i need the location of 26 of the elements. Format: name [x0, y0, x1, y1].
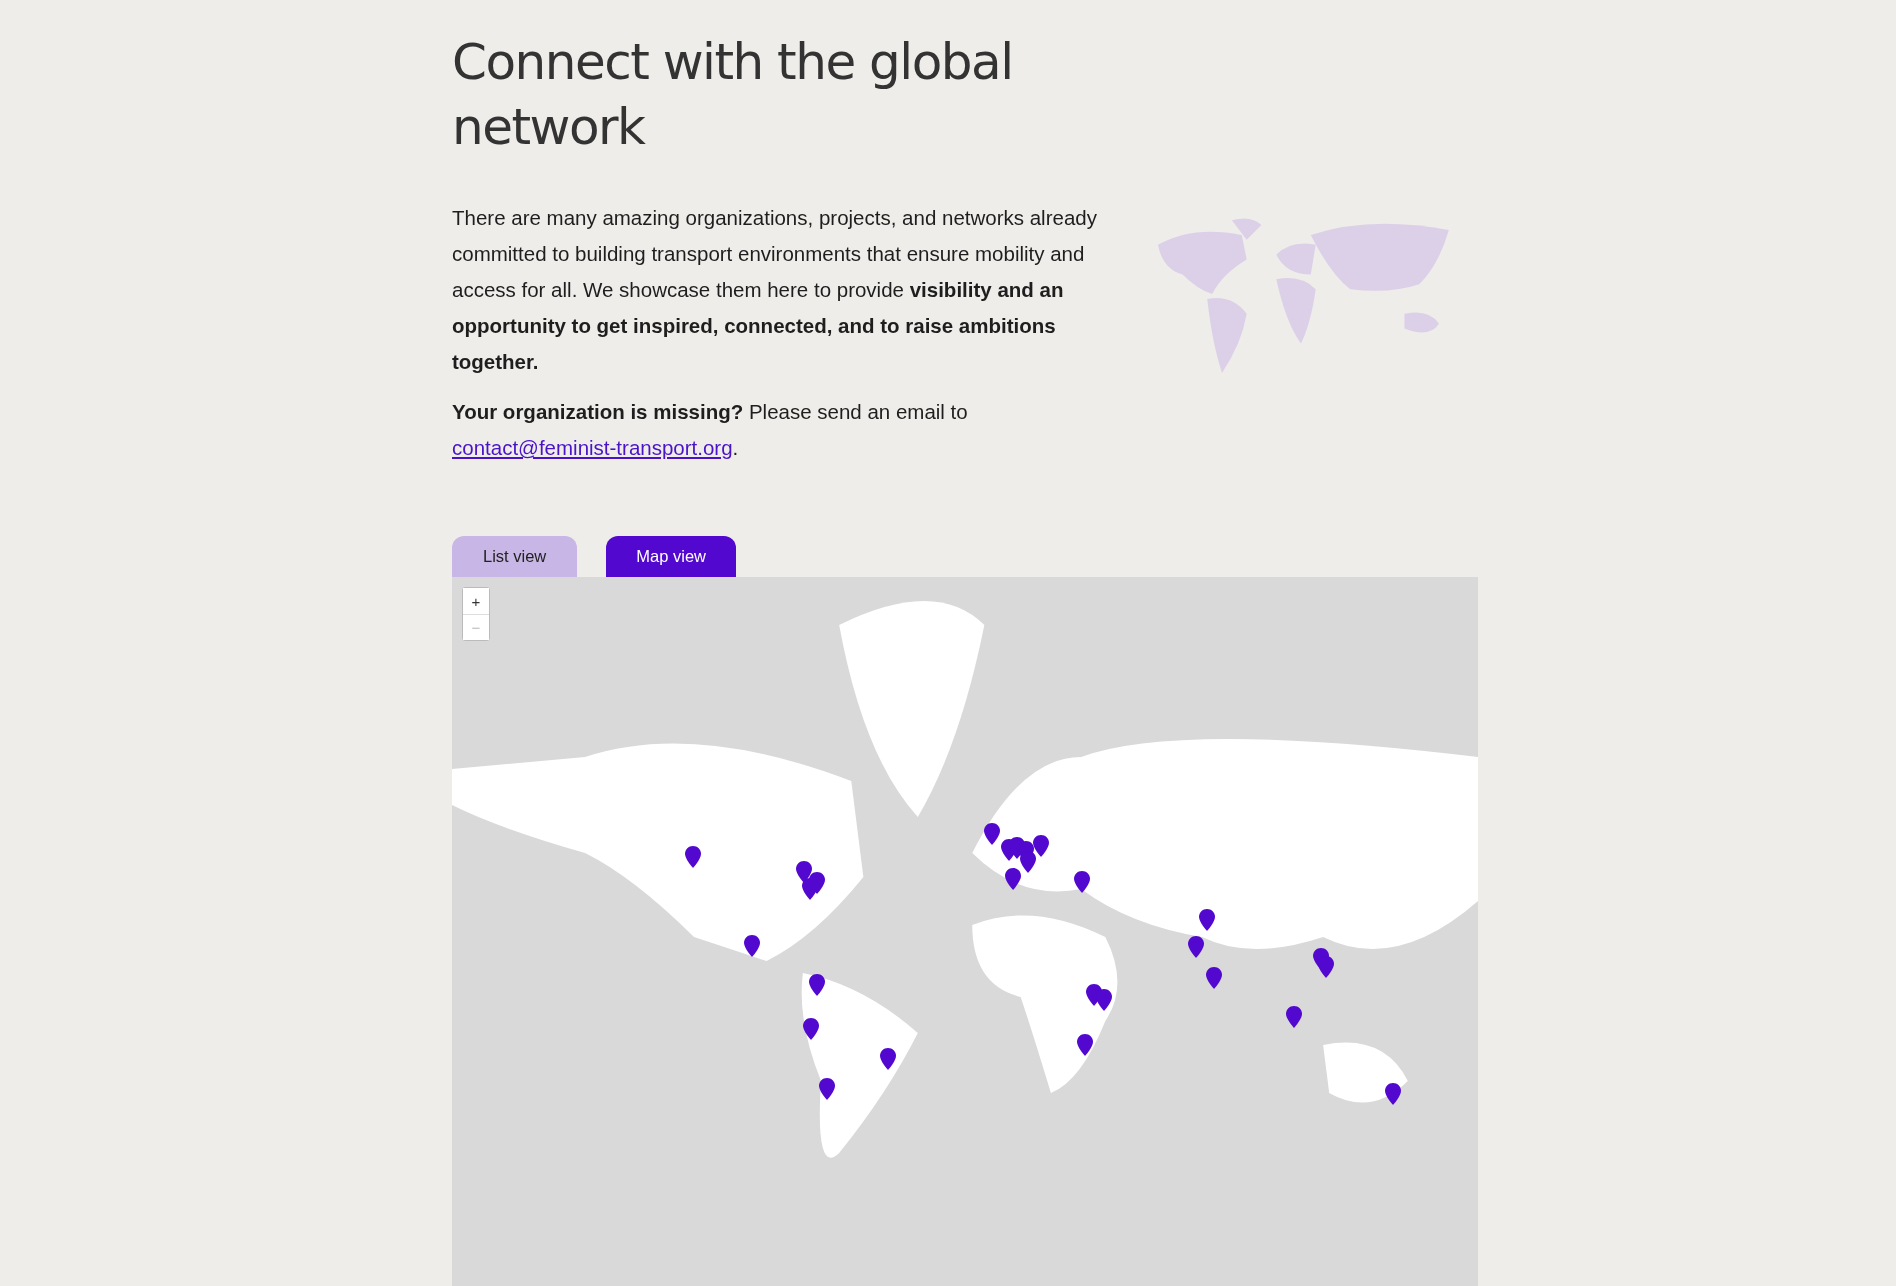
missing-organization-text: Your organization is missing? Please send an email to contact@feminist-transport.org.: [452, 399, 969, 461]
map-pin-icon[interactable]: [1096, 989, 1113, 1011]
map-pin-icon[interactable]: [1317, 956, 1334, 979]
map-pin-icon[interactable]: [803, 1018, 820, 1040]
map-pin-icon[interactable]: [1005, 868, 1022, 891]
email-link[interactable]: contact@feminist-transport.org: [452, 436, 733, 459]
map-pin-icon[interactable]: [1385, 1083, 1402, 1106]
map-pin-icon[interactable]: [744, 934, 761, 957]
map-pin-icon[interactable]: [1286, 1005, 1303, 1028]
map-pin-icon[interactable]: [684, 846, 701, 869]
map-pin-icon[interactable]: [1076, 1033, 1093, 1056]
intro-paragraph: There are many amazing organizations, projects, and networks already committed to building transport environments that ensure mobility and access for all. We showcase them here to provide visibility and an opportunity to get inspired, connected, and to raise ambitions together.: [452, 205, 1098, 375]
map-pin-icon[interactable]: [879, 1048, 896, 1071]
map-pin-icon[interactable]: [1074, 870, 1091, 893]
view-tab[interactable]: List view: [452, 536, 578, 577]
map-pin-icon[interactable]: [983, 823, 1000, 846]
page-heading: Connect with the global network: [452, 32, 1014, 158]
map-pin-icon[interactable]: [809, 871, 826, 894]
map-pin-icon[interactable]: [819, 1078, 836, 1101]
map-pin-icon[interactable]: [1188, 935, 1205, 958]
map-pin-icon[interactable]: [809, 974, 826, 997]
view-tab[interactable]: Map view: [606, 536, 736, 577]
pin-cluster-icon[interactable]: [1001, 834, 1050, 875]
map-pin-icon[interactable]: [1206, 967, 1223, 990]
map-pin-icon[interactable]: [796, 860, 813, 883]
map-pin-icon[interactable]: [1198, 909, 1215, 932]
